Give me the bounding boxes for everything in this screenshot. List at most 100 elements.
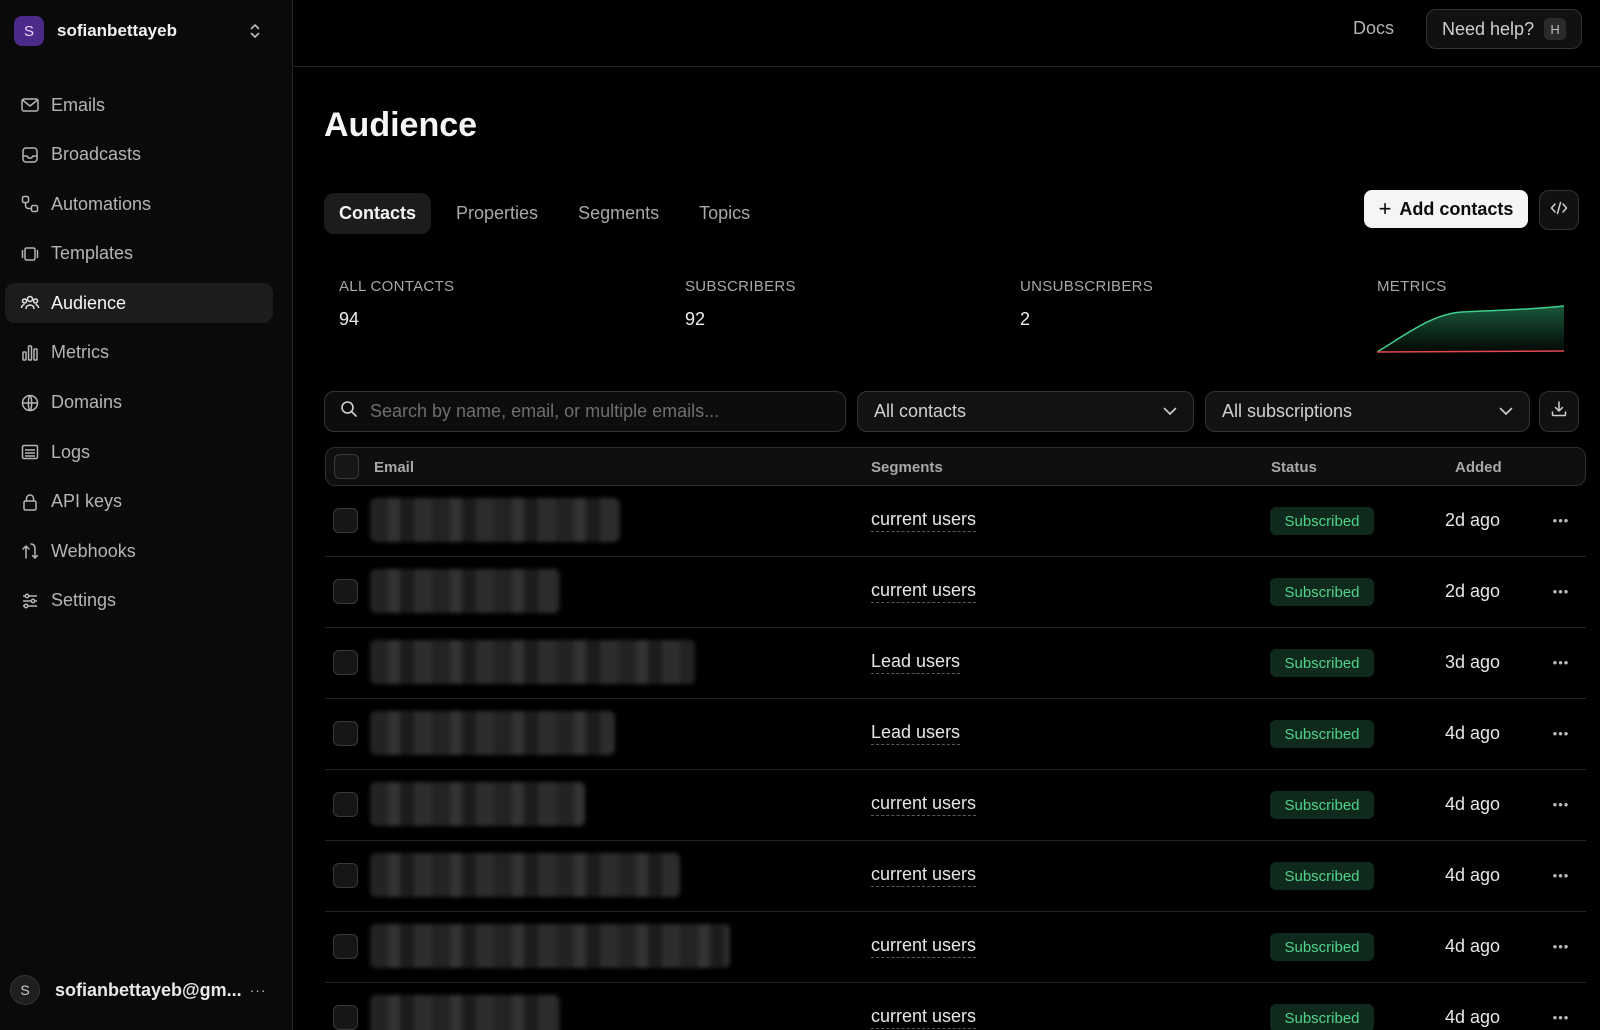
segment-tag[interactable]: Lead users [871, 722, 961, 745]
redacted-email [370, 782, 585, 826]
status-badge: Subscribed [1270, 862, 1374, 890]
bar-chart-icon [20, 343, 40, 363]
user-menu[interactable]: S sofianbettayeb@gm... ··· [10, 973, 270, 1007]
sidebar-item-templates[interactable]: Templates [5, 234, 273, 274]
subscriptions-filter-select[interactable]: All subscriptions [1205, 391, 1530, 432]
select-all-checkbox[interactable] [334, 454, 359, 479]
mail-icon [20, 95, 40, 115]
more-icon[interactable]: ••• [1547, 932, 1575, 960]
workspace-switcher[interactable]: S sofianbettayeb [14, 15, 264, 47]
table-row[interactable]: current users Subscribed 4d ago ••• [325, 770, 1586, 841]
more-icon[interactable]: ••• [1547, 648, 1575, 676]
more-icon[interactable]: ••• [1547, 861, 1575, 889]
sidebar-item-label: API keys [51, 491, 123, 512]
table-row[interactable]: Lead users Subscribed 3d ago ••• [325, 628, 1586, 699]
sidebar-item-audience[interactable]: Audience [5, 283, 273, 324]
stat-value: 92 [685, 309, 706, 329]
need-help-label: Need help? [1442, 18, 1535, 39]
more-icon[interactable]: ••• [1547, 1003, 1575, 1030]
column-header-added[interactable]: Added [1455, 459, 1502, 476]
stat-value: 2 [1020, 309, 1031, 329]
sidebar-item-api-keys[interactable]: API keys [5, 482, 273, 522]
more-icon[interactable]: ··· [250, 982, 267, 998]
row-checkbox[interactable] [333, 508, 358, 533]
segment-tag[interactable]: current users [871, 864, 977, 887]
more-icon[interactable]: ••• [1547, 506, 1575, 534]
segment-tag[interactable]: Lead users [871, 651, 961, 674]
workspace-avatar: S [14, 16, 44, 46]
sidebar-item-logs[interactable]: Logs [5, 432, 273, 472]
column-header-status[interactable]: Status [1271, 459, 1317, 476]
code-button[interactable] [1539, 190, 1579, 230]
topbar: Docs Need help? H [294, 0, 1600, 67]
sidebar-item-emails[interactable]: Emails [5, 85, 273, 125]
search-box[interactable] [324, 391, 846, 432]
contacts-filter-select[interactable]: All contacts [857, 391, 1194, 432]
row-checkbox[interactable] [333, 792, 358, 817]
more-icon[interactable]: ••• [1547, 719, 1575, 747]
added-time: 3d ago [1445, 652, 1501, 672]
lock-icon [20, 492, 40, 512]
status-badge: Subscribed [1270, 649, 1374, 677]
sidebar-item-broadcasts[interactable]: Broadcasts [5, 135, 273, 175]
more-icon[interactable]: ••• [1547, 790, 1575, 818]
chevron-down-icon [1163, 407, 1177, 416]
add-contacts-button[interactable]: + Add contacts [1364, 190, 1528, 228]
sidebar-item-webhooks[interactable]: Webhooks [5, 531, 273, 571]
table-row[interactable]: current users Subscribed 4d ago ••• [325, 841, 1586, 912]
tab-topics[interactable]: Topics [684, 193, 765, 234]
sidebar: S sofianbettayeb Emails Broadcasts Autom… [0, 0, 293, 1030]
code-icon [1550, 201, 1568, 220]
sidebar-item-settings[interactable]: Settings [5, 581, 273, 621]
redacted-email [370, 995, 560, 1030]
search-input[interactable] [370, 401, 840, 422]
row-checkbox[interactable] [333, 579, 358, 604]
download-button[interactable] [1539, 391, 1579, 432]
stat-label: METRICS [1377, 278, 1447, 295]
sidebar-item-automations[interactable]: Automations [5, 184, 273, 224]
table-row[interactable]: current users Subscribed 4d ago ••• [325, 983, 1586, 1030]
added-time: 4d ago [1445, 723, 1501, 743]
docs-link[interactable]: Docs [1353, 18, 1394, 39]
sidebar-item-label: Emails [51, 94, 106, 115]
table-row[interactable]: current users Subscribed 2d ago ••• [325, 557, 1586, 628]
row-checkbox[interactable] [333, 1005, 358, 1030]
added-time: 2d ago [1445, 510, 1501, 530]
row-checkbox[interactable] [333, 650, 358, 675]
sidebar-item-label: Templates [51, 243, 134, 264]
segment-tag[interactable]: current users [871, 509, 977, 532]
sliders-icon [20, 591, 40, 611]
keyboard-shortcut-badge: H [1544, 18, 1567, 40]
tab-segments[interactable]: Segments [563, 193, 674, 234]
stat-label: ALL CONTACTS [339, 278, 455, 295]
tab-contacts[interactable]: Contacts [324, 193, 432, 234]
added-time: 2d ago [1445, 581, 1501, 601]
row-checkbox[interactable] [333, 934, 358, 959]
row-checkbox[interactable] [333, 721, 358, 746]
status-badge: Subscribed [1270, 720, 1374, 748]
status-badge: Subscribed [1270, 933, 1374, 961]
table-row[interactable]: Lead users Subscribed 4d ago ••• [325, 699, 1586, 770]
redacted-email [370, 498, 620, 542]
row-checkbox[interactable] [333, 863, 358, 888]
segment-tag[interactable]: current users [871, 1006, 977, 1029]
tab-properties[interactable]: Properties [441, 193, 553, 234]
more-icon[interactable]: ••• [1547, 577, 1575, 605]
table-row[interactable]: current users Subscribed 4d ago ••• [325, 912, 1586, 983]
sidebar-item-metrics[interactable]: Metrics [5, 333, 273, 373]
status-badge: Subscribed [1270, 791, 1374, 819]
segment-tag[interactable]: current users [871, 793, 977, 816]
segment-tag[interactable]: current users [871, 935, 977, 958]
chevron-up-down-icon [246, 22, 264, 40]
redacted-email [370, 853, 680, 897]
column-header-email[interactable]: Email [374, 459, 414, 476]
table-row[interactable]: current users Subscribed 2d ago ••• [325, 486, 1586, 557]
segment-tag[interactable]: current users [871, 580, 977, 603]
redacted-email [370, 569, 560, 613]
column-header-segments[interactable]: Segments [871, 459, 943, 476]
webhook-icon [20, 541, 40, 561]
sidebar-item-label: Domains [51, 392, 123, 413]
need-help-button[interactable]: Need help? H [1426, 9, 1582, 49]
sidebar-item-domains[interactable]: Domains [5, 383, 273, 423]
metrics-sparkline[interactable] [1377, 304, 1565, 354]
